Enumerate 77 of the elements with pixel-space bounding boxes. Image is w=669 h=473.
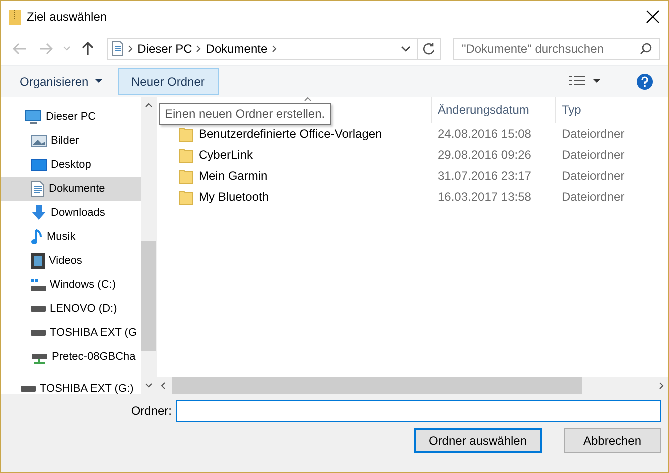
chevron-down-icon [62, 46, 71, 51]
type-cell-text: Dateiordner [561, 148, 626, 162]
forward-arrow-icon [38, 42, 53, 54]
document-icon [112, 41, 124, 56]
folder-name[interactable]: Benutzerdefinierte Office-Vorlagen [169, 126, 431, 142]
type-cell-text: Dateiordner [561, 126, 626, 140]
dialog-button[interactable]: Ordner auswählen [414, 428, 542, 453]
chevron-right-icon [128, 44, 134, 52]
film-icon [31, 253, 45, 269]
folder-icon [179, 168, 193, 184]
chevron-down-icon [144, 383, 152, 388]
chevron-right-icon [196, 44, 202, 52]
navigation-item[interactable]: TOSHIBA EXT (G:) [1, 377, 141, 394]
close-icon [646, 10, 660, 24]
navigation-item[interactable]: Dokumente [1, 177, 141, 201]
type-cell-text: Dateiordner [561, 168, 626, 182]
chevron-left-icon [161, 382, 166, 390]
download-arrow-icon [31, 205, 47, 221]
view-list-icon [569, 76, 585, 88]
navigation-item[interactable]: Downloads [1, 201, 141, 225]
caret-down-icon [593, 79, 601, 84]
search-field[interactable]: "Dokumente" durchsuchen [452, 38, 660, 60]
new-folder-button[interactable]: Neuer Ordner [118, 68, 219, 95]
navigation-item[interactable]: Bilder [1, 129, 141, 153]
type-cell-text: Dateiordner [561, 190, 626, 204]
chevron-up-icon [144, 103, 152, 108]
refresh-icon [422, 42, 435, 54]
navigation-item[interactable]: TOSHIBA EXT (G [1, 321, 141, 345]
search-icon [640, 42, 652, 54]
navigation-item[interactable]: Pretec-08GBCha [1, 345, 141, 369]
date-cell-text: 24.08.2016 15:08 [437, 126, 532, 140]
breadcrumb-item[interactable]: Dieser PC [134, 42, 196, 56]
date-cell-text: 16.03.2017 13:58 [437, 190, 532, 204]
folder-name-field[interactable] [176, 400, 661, 422]
chevron-down-icon [400, 46, 411, 52]
dialog-button[interactable]: Abbrechen [564, 428, 661, 453]
drive-icon [31, 330, 46, 336]
drive-icon [31, 279, 46, 291]
folder-name[interactable]: My Bluetooth [169, 188, 431, 204]
computer-icon [25, 110, 42, 124]
sort-caret-icon [304, 97, 312, 102]
back-arrow-icon [12, 42, 27, 54]
column-header[interactable]: Typ [555, 97, 668, 123]
caret-down-icon [94, 79, 103, 84]
navigation-item[interactable]: Videos [1, 249, 141, 273]
navigation-item[interactable]: LENOVO (D:) [1, 297, 141, 321]
navigation-item[interactable]: Dieser PC [1, 105, 141, 129]
address-bar[interactable]: Dieser PC Dokumente [106, 38, 441, 60]
organize-menu-button[interactable]: Organisieren [11, 68, 112, 95]
date-cell-text: 31.07.2016 23:17 [437, 168, 532, 182]
navigation-item[interactable]: Windows (C:) [1, 273, 141, 297]
chevron-right-icon [272, 44, 278, 52]
chevron-right-icon [659, 382, 664, 390]
vertical-scrollbar[interactable] [141, 97, 156, 394]
up-arrow-icon [82, 42, 94, 56]
folder-zip-icon [9, 8, 21, 24]
window-title: Ziel auswählen [27, 10, 108, 24]
folder-name[interactable]: CyberLink [169, 146, 431, 162]
picture-icon [31, 134, 47, 148]
tooltip: Einen neuen Ordner erstellen. [159, 103, 332, 125]
horizontal-scrollbar[interactable] [157, 377, 668, 394]
date-cell-text: 29.08.2016 09:26 [437, 148, 532, 162]
drive-icon [21, 386, 36, 392]
folder-name[interactable]: Mein Garmin [169, 168, 431, 184]
drive-icon [31, 306, 46, 312]
navigation-item[interactable]: Desktop [1, 153, 141, 177]
folder-icon [179, 146, 193, 162]
column-header[interactable]: Änderungsdatum [431, 97, 555, 123]
document-icon [31, 181, 45, 197]
navigation-item[interactable]: Musik [1, 225, 141, 249]
help-icon [637, 74, 653, 90]
breadcrumb-item[interactable]: Dokumente [202, 42, 272, 56]
folder-icon [179, 126, 193, 142]
music-note-icon [31, 229, 43, 245]
folder-label: Ordner: [131, 404, 172, 418]
desktop-icon [31, 158, 47, 172]
folder-icon [179, 188, 193, 204]
